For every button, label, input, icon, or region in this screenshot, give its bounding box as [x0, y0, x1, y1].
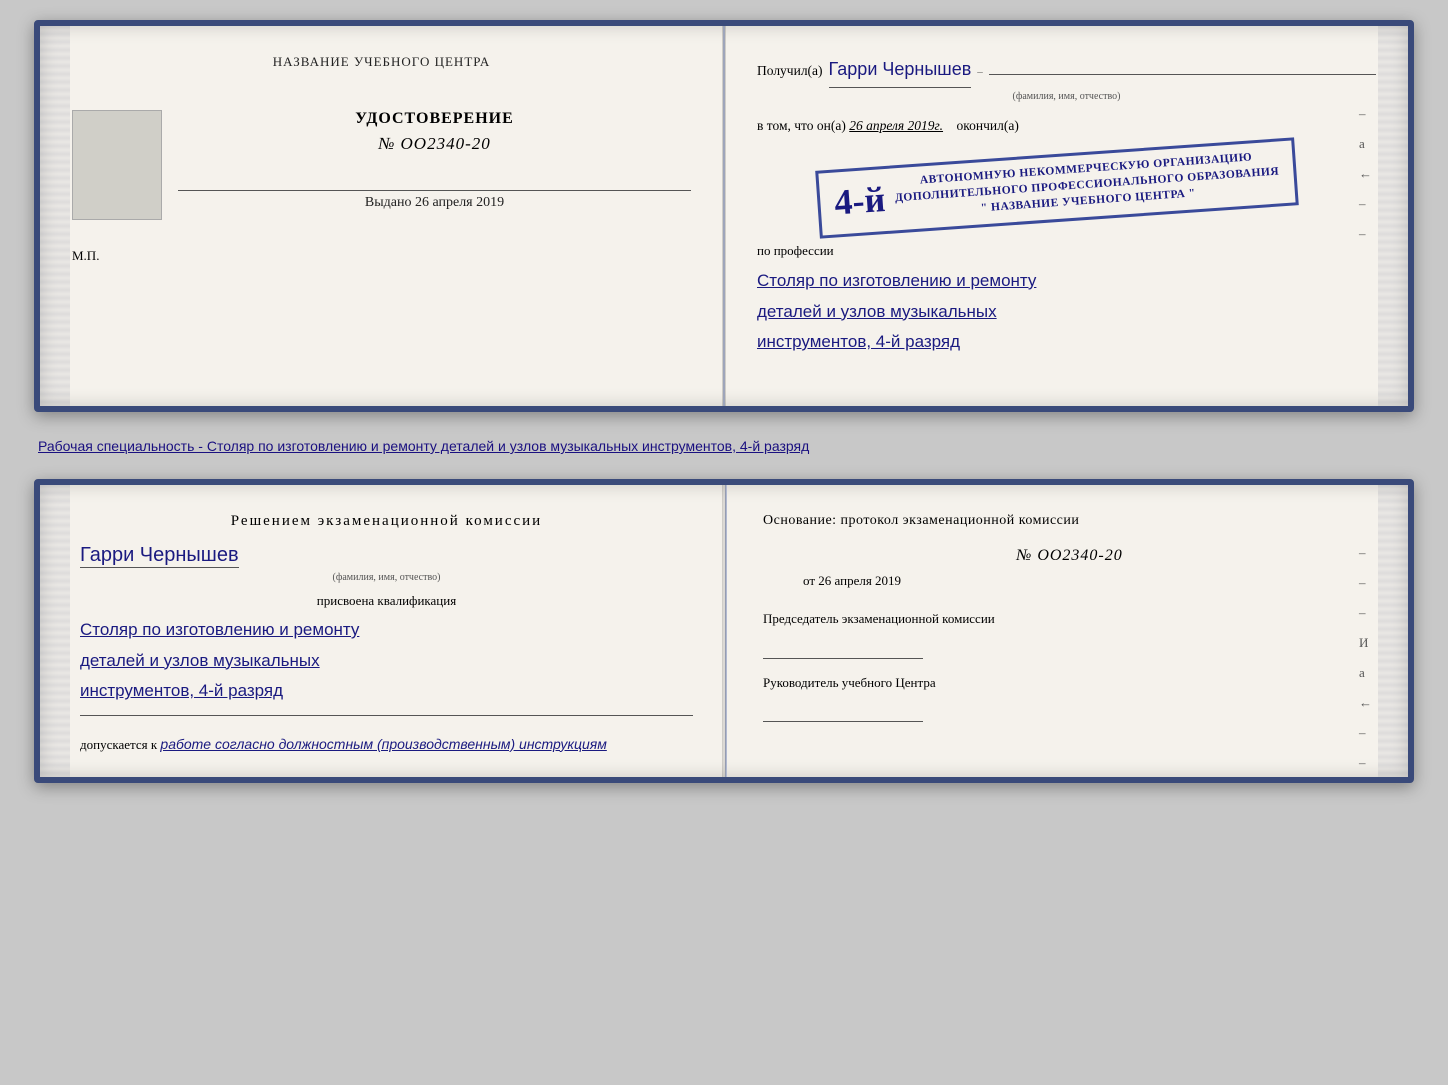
predsedatel-signature-line [763, 635, 923, 659]
side-dashes-bottom-right: – – – И а ← – – – [1359, 545, 1372, 783]
predsedatel-block: Председатель экзаменационной комиссии [763, 609, 1376, 659]
ot-label: от [803, 573, 815, 588]
po-professii-label: по профессии [757, 240, 1376, 262]
vydano-date: 26 апреля 2019 [415, 195, 504, 210]
vtom-line: в том, что он(а) 26 апреля 2019г. окончи… [757, 115, 1376, 138]
br-dash-2: – [1359, 575, 1372, 591]
top-left-page: НАЗВАНИЕ УЧЕБНОГО ЦЕНТРА УДОСТОВЕРЕНИЕ №… [40, 26, 725, 406]
bottom-left-page: Решением экзаменационной комиссии Гарри … [40, 485, 727, 777]
br-dash-8: – [1359, 755, 1372, 771]
side-dash-2: а [1359, 136, 1372, 152]
vydano-label: Выдано [365, 195, 412, 210]
stamp-rank: 4-й [833, 181, 886, 220]
right-page-content: Получил(а) Гарри Чернышев – (фамилия, им… [757, 54, 1376, 358]
br-dash-6: ← [1359, 695, 1372, 711]
profession-line1: Столяр по изготовлению и ремонту [757, 266, 1376, 297]
profession-line2: деталей и узлов музыкальных [757, 297, 1376, 328]
dopuskaetsya-block: допускается к работе согласно должностны… [80, 736, 693, 753]
br-dash-3: – [1359, 605, 1372, 621]
vydano-line: Выдано 26 апреля 2019 [178, 190, 691, 211]
br-dash-7: – [1359, 725, 1372, 741]
vtom-date: 26 апреля 2019г. [849, 118, 943, 133]
br-dash-4: И [1359, 635, 1372, 651]
top-right-page: Получил(а) Гарри Чернышев – (фамилия, им… [725, 26, 1408, 406]
dopuskaetsya-label: допускается к [80, 737, 157, 752]
stamp-block: 4-й АВТОНОМНУЮ НЕКОММЕРЧЕСКУЮ ОРГАНИЗАЦИ… [815, 137, 1298, 239]
ot-date: 26 апреля 2019 [818, 573, 901, 588]
recipient-line: Получил(а) Гарри Чернышев – [757, 54, 1376, 88]
side-dash-1: – [1359, 106, 1372, 122]
top-left-title: НАЗВАНИЕ УЧЕБНОГО ЦЕНТРА [72, 54, 691, 70]
photo-placeholder [72, 110, 162, 220]
rukovoditel-label: Руководитель учебного Центра [763, 673, 1376, 693]
resheniem-title: Решением экзаменационной комиссии [80, 513, 693, 530]
side-dash-3: ← [1359, 166, 1372, 182]
udostoverenie-number: № OO2340-20 [178, 134, 691, 154]
dopusk-text: работе согласно должностным (производств… [160, 736, 606, 752]
udostoverenie-label: УДОСТОВЕРЕНИЕ [178, 110, 691, 128]
side-dash-4: – [1359, 196, 1372, 212]
predsedatel-label: Председатель экзаменационной комиссии [763, 609, 1376, 629]
bottom-right-page: Основание: протокол экзаменационной коми… [727, 485, 1408, 777]
prisvoena-text: присвоена квалификация [80, 593, 693, 609]
top-document-spread: НАЗВАНИЕ УЧЕБНОГО ЦЕНТРА УДОСТОВЕРЕНИЕ №… [34, 20, 1414, 412]
br-dash-1: – [1359, 545, 1372, 561]
poluchil-label: Получил(а) [757, 60, 823, 83]
bottom-qual-line3: инструментов, 4-й разряд [80, 676, 693, 707]
vtom-label: в том, что он(а) [757, 118, 846, 133]
po-professii-text: по профессии [757, 243, 834, 258]
left-middle-section: УДОСТОВЕРЕНИЕ № OO2340-20 Выдано 26 апре… [72, 110, 691, 220]
rukovoditel-signature-line [763, 698, 923, 722]
bottom-document-spread: Решением экзаменационной комиссии Гарри … [34, 479, 1414, 783]
caption-text: Рабочая специальность - Столяр по изгото… [38, 436, 1410, 457]
rukovoditel-block: Руководитель учебного Центра [763, 673, 1376, 723]
profession-block: Столяр по изготовлению и ремонту деталей… [757, 266, 1376, 358]
side-dashes-top-right: – а ← – – [1359, 106, 1372, 242]
bottom-qualification-block: Столяр по изготовлению и ремонту деталей… [80, 615, 693, 707]
profession-line3: инструментов, 4-й разряд [757, 327, 1376, 358]
bottom-name-block: Гарри Чернышев [80, 544, 693, 570]
recipient-name: Гарри Чернышев [829, 54, 972, 88]
okonchil-label: окончил(а) [957, 118, 1019, 133]
br-dash-5: а [1359, 665, 1372, 681]
ot-line: от 26 апреля 2019 [763, 573, 1376, 589]
bottom-fio-label: (фамилия, имя, отчество) [80, 572, 693, 583]
bottom-recipient-name: Гарри Чернышев [80, 544, 239, 568]
side-dash-5: – [1359, 226, 1372, 242]
bottom-qual-line2: деталей и узлов музыкальных [80, 646, 693, 677]
udostoverenie-block: УДОСТОВЕРЕНИЕ № OO2340-20 Выдано 26 апре… [178, 110, 691, 211]
bottom-qual-line1: Столяр по изготовлению и ремонту [80, 615, 693, 646]
bottom-number: № OO2340-20 [1016, 547, 1123, 564]
dash-separator: – [977, 63, 983, 82]
mp-label: М.П. [72, 248, 99, 263]
bottom-number-block: № OO2340-20 [763, 547, 1376, 565]
stamp-text-block: АВТОНОМНУЮ НЕКОММЕРЧЕСКУЮ ОРГАНИЗАЦИЮ ДО… [893, 147, 1280, 222]
stamp-area: 4-й АВТОНОМНУЮ НЕКОММЕРЧЕСКУЮ ОРГАНИЗАЦИ… [757, 146, 1376, 228]
fio-label-top: (фамилия, имя, отчество) [757, 88, 1376, 105]
osnovanie-text: Основание: протокол экзаменационной коми… [763, 513, 1376, 529]
mp-line: М.П. [72, 248, 691, 264]
caption-area: Рабочая специальность - Столяр по изгото… [34, 430, 1414, 461]
bottom-separator-line [80, 715, 693, 716]
